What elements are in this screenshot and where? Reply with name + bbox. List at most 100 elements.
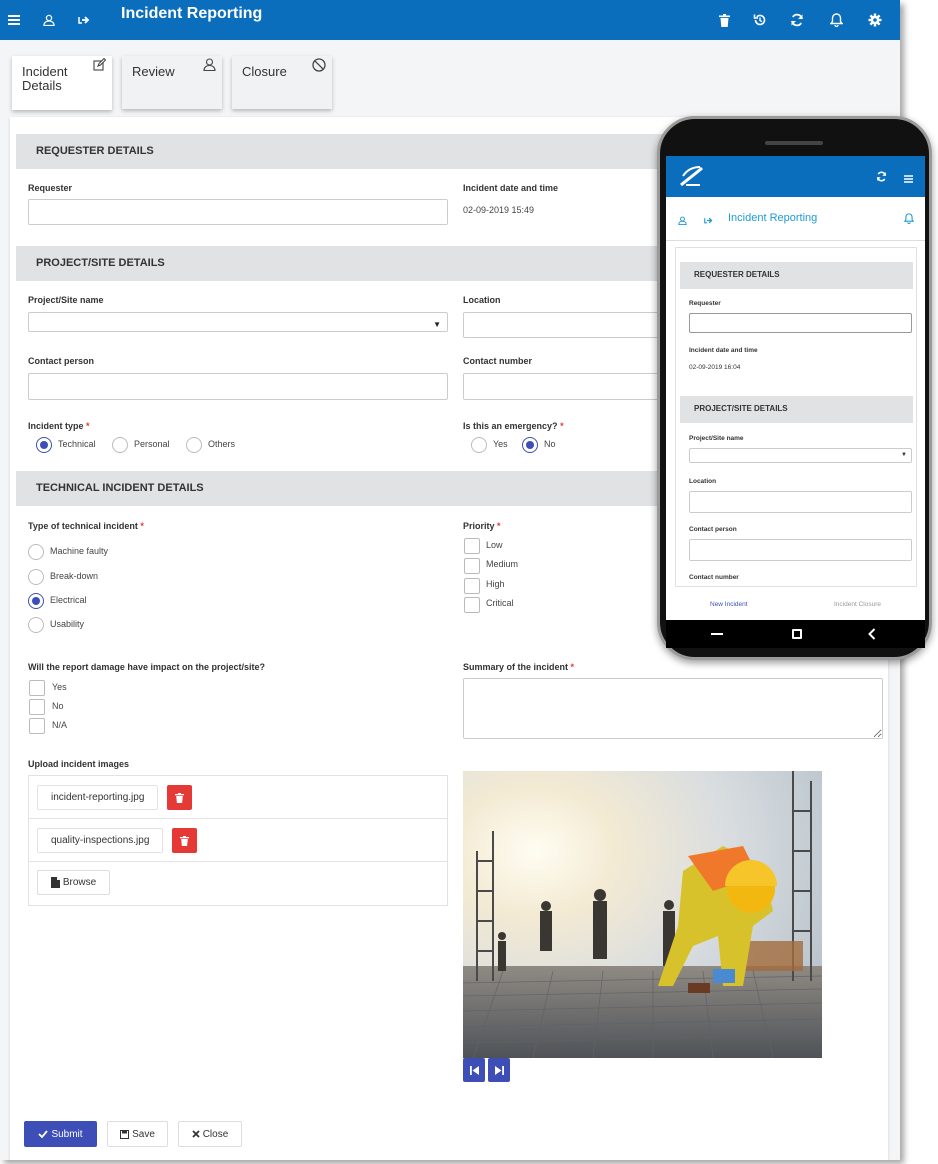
- radio-label: No: [544, 439, 556, 449]
- checkbox-impact-na[interactable]: [29, 718, 45, 734]
- tab-label: Closure: [242, 64, 287, 79]
- close-button[interactable]: Close: [178, 1121, 242, 1147]
- delete-file-button[interactable]: [172, 828, 197, 853]
- radio-emergency-no[interactable]: [522, 437, 538, 453]
- radio-electrical[interactable]: [28, 593, 44, 609]
- radio-break-down[interactable]: [28, 569, 44, 585]
- user-icon[interactable]: [678, 212, 687, 230]
- incident-type-label: Incident type *: [28, 421, 90, 431]
- logout-icon[interactable]: [70, 0, 98, 40]
- checkbox-high[interactable]: [464, 578, 480, 594]
- menu-key-icon[interactable]: [711, 633, 723, 635]
- android-nav-bar: [666, 620, 925, 648]
- upload-label: Upload incident images: [28, 759, 130, 769]
- required-mark: *: [497, 521, 501, 531]
- radio-label: Machine faulty: [50, 546, 109, 556]
- bell-icon[interactable]: [903, 211, 915, 229]
- mobile-footer-tabs: New Incident Incident Closure: [666, 590, 925, 620]
- tab-label: Review: [132, 64, 175, 79]
- incident-type-text: Incident type: [28, 421, 84, 431]
- file-name: quality-inspections.jpg: [37, 828, 164, 853]
- mobile-title: Incident Reporting: [728, 212, 818, 224]
- tech-type-text: Type of technical incident: [28, 521, 138, 531]
- mobile-tab-new-incident[interactable]: New Incident: [710, 601, 748, 608]
- logout-icon[interactable]: [704, 212, 713, 230]
- mobile-contact-person-input[interactable]: [689, 539, 912, 561]
- tab-incident-details[interactable]: Incident Details: [12, 56, 112, 110]
- radio-emergency-yes[interactable]: [471, 437, 487, 453]
- file-name: incident-reporting.jpg: [37, 785, 159, 810]
- next-image-button[interactable]: [488, 1058, 510, 1082]
- emergency-label: Is this an emergency? *: [463, 421, 564, 431]
- checkbox-impact-no[interactable]: [29, 699, 45, 715]
- impact-label: Will the report damage have impact on th…: [28, 662, 265, 672]
- mobile-datetime-label: Incident date and time: [689, 347, 758, 354]
- refresh-icon[interactable]: [783, 0, 811, 40]
- radio-label: Electrical: [50, 595, 87, 605]
- gear-icon[interactable]: [861, 0, 889, 40]
- user-icon[interactable]: [35, 0, 63, 40]
- required-mark: *: [140, 521, 144, 531]
- requester-label: Requester: [28, 183, 73, 193]
- checkbox-label: High: [486, 579, 505, 589]
- summary-textarea[interactable]: [463, 678, 883, 739]
- radio-label: Technical: [58, 439, 96, 449]
- required-mark: *: [570, 662, 575, 672]
- radio-technical[interactable]: [36, 437, 52, 453]
- menu-icon[interactable]: [904, 170, 913, 188]
- mobile-datetime-value: 02-09-2019 16:04: [689, 364, 741, 371]
- mobile-contact-person-label: Contact person: [689, 526, 737, 533]
- tab-closure[interactable]: Closure: [232, 56, 332, 109]
- refresh-icon[interactable]: [876, 169, 887, 187]
- upload-panel: incident-reporting.jpg quality-inspectio…: [28, 775, 448, 906]
- upload-row: incident-reporting.jpg: [29, 776, 447, 819]
- app-title: Incident Reporting: [121, 5, 263, 22]
- checkbox-label: N/A: [52, 720, 68, 730]
- tech-type-label: Type of technical incident *: [28, 521, 144, 531]
- previous-image-button[interactable]: [463, 1058, 485, 1082]
- trash-icon[interactable]: [710, 0, 738, 40]
- app-logo: [680, 166, 703, 187]
- contact-number-label: Contact number: [463, 356, 533, 366]
- mobile-location-input[interactable]: [689, 491, 912, 513]
- tab-label: Incident Details: [22, 64, 68, 93]
- close-icon: [192, 1130, 200, 1138]
- menu-icon[interactable]: [0, 0, 28, 40]
- mobile-form: REQUESTER DETAILS Requester Incident dat…: [675, 247, 917, 587]
- top-app-bar: Incident Reporting: [0, 0, 900, 40]
- checkbox-medium[interactable]: [464, 558, 480, 574]
- mobile-project-select[interactable]: ▼: [689, 448, 912, 463]
- delete-file-button[interactable]: [167, 785, 192, 810]
- save-label: Save: [132, 1128, 155, 1140]
- mobile-tab-incident-closure[interactable]: Incident Closure: [834, 601, 881, 608]
- radio-usability[interactable]: [28, 617, 44, 633]
- contact-person-input[interactable]: [28, 373, 448, 400]
- home-key-icon[interactable]: [792, 629, 802, 639]
- tab-review[interactable]: Review: [122, 56, 222, 109]
- bell-icon[interactable]: [822, 0, 850, 40]
- radio-others[interactable]: [186, 437, 202, 453]
- checkbox-low[interactable]: [464, 538, 480, 554]
- browse-button[interactable]: Browse: [37, 870, 110, 895]
- radio-personal[interactable]: [112, 437, 128, 453]
- checkbox-critical[interactable]: [464, 597, 480, 613]
- requester-input[interactable]: [28, 199, 448, 225]
- radio-label: Yes: [493, 439, 508, 449]
- checkbox-impact-yes[interactable]: [29, 680, 45, 696]
- radio-machine-faulty[interactable]: [28, 544, 44, 560]
- project-select[interactable]: ▼: [28, 312, 448, 332]
- emergency-text: Is this an emergency?: [463, 421, 558, 431]
- checkbox-label: Yes: [52, 682, 67, 692]
- checkbox-label: Low: [486, 540, 503, 550]
- contact-number-input[interactable]: [463, 373, 663, 400]
- back-key-icon[interactable]: [868, 627, 876, 645]
- save-button[interactable]: Save: [107, 1121, 168, 1147]
- submit-label: Submit: [51, 1128, 83, 1140]
- history-icon[interactable]: [746, 0, 774, 40]
- incident-photo: [463, 771, 822, 1058]
- mobile-requester-input[interactable]: [689, 313, 912, 333]
- submit-button[interactable]: Submit: [24, 1121, 97, 1147]
- priority-label: Priority *: [463, 521, 501, 531]
- location-input[interactable]: [463, 312, 663, 338]
- datetime-value: 02-09-2019 15:49: [463, 205, 535, 215]
